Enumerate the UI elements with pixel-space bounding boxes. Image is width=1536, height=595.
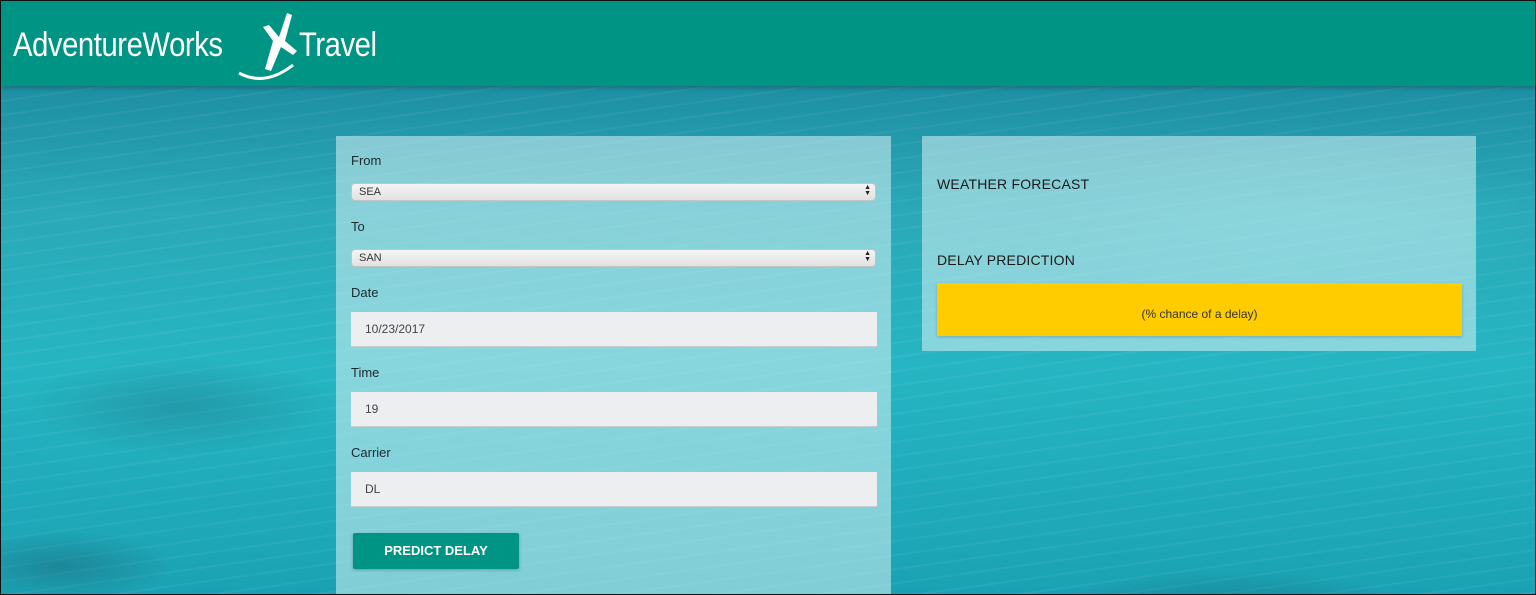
brand-logo[interactable]: AdventureWorks Travel [13,7,409,83]
to-label: To [351,219,365,234]
time-label: Time [351,365,380,380]
carrier-input[interactable]: DL [351,472,877,507]
from-select[interactable]: SEA ▲ ▼ [351,183,876,201]
date-label: Date [351,285,379,300]
from-select-value: SEA [359,186,382,198]
delay-result-text: (% chance of a delay) [1141,307,1258,321]
date-input[interactable]: 10/23/2017 [351,312,877,347]
time-input[interactable]: 19 [351,392,877,427]
logo-text-brand: AdventureWorks [13,25,223,64]
from-label: From [351,153,382,168]
delay-result-box: (% chance of a delay) [937,283,1462,336]
results-panel: WEATHER FORECAST DELAY PREDICTION (% cha… [922,136,1476,351]
logo-text-travel: Travel [299,25,377,64]
app-window: AdventureWorks Travel From SEA ▲ ▼ To SAN… [0,0,1536,595]
to-select-value: SAN [359,252,382,264]
flight-form-panel: From SEA ▲ ▼ To SAN ▲ ▼ Date 10/23/2017 Ti… [336,136,891,594]
carrier-label: Carrier [351,445,391,460]
select-arrows-icon: ▲ ▼ [864,184,871,197]
airplane-icon [238,13,297,80]
top-header: AdventureWorks Travel [1,1,1535,86]
weather-forecast-title: WEATHER FORECAST [937,176,1090,192]
predict-delay-button[interactable]: PREDICT DELAY [353,533,519,569]
to-select[interactable]: SAN ▲ ▼ [351,249,876,267]
select-arrows-icon: ▲ ▼ [864,250,871,263]
delay-prediction-title: DELAY PREDICTION [937,252,1076,268]
